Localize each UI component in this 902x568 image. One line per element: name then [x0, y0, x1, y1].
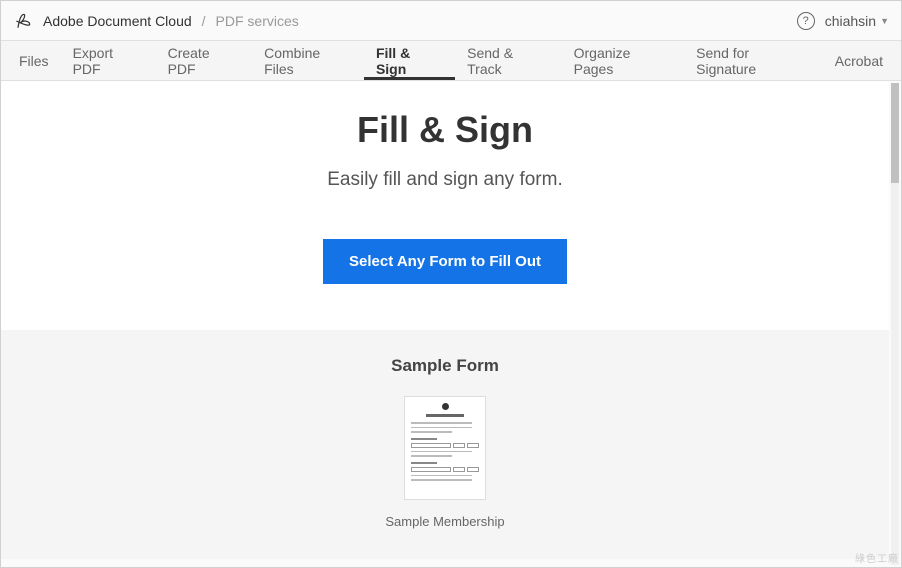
scrollbar[interactable] [891, 83, 899, 565]
thumb-label [411, 438, 437, 440]
thumb-line [411, 455, 452, 457]
tab-fill-sign[interactable]: Fill & Sign [364, 41, 455, 80]
username-label: chiahsin [825, 13, 876, 29]
help-icon[interactable]: ? [797, 12, 815, 30]
tab-acrobat[interactable]: Acrobat [823, 41, 895, 80]
select-form-button[interactable]: Select Any Form to Fill Out [323, 239, 567, 284]
breadcrumb-separator: / [202, 13, 206, 29]
page-subtitle: Easily fill and sign any form. [21, 169, 869, 191]
user-menu[interactable]: chiahsin ▼ [825, 13, 889, 29]
thumb-label [411, 462, 437, 464]
thumb-field-row [411, 467, 479, 472]
sample-form-thumbnail[interactable] [404, 396, 486, 500]
thumb-field [467, 467, 479, 472]
thumb-line [411, 451, 472, 453]
thumb-field [453, 443, 465, 448]
thumb-line [411, 475, 472, 477]
sample-item-name: Sample Membership [21, 514, 869, 529]
page-title: Fill & Sign [21, 109, 869, 151]
tab-create-pdf[interactable]: Create PDF [156, 41, 253, 80]
sample-section: Sample Form Sample Membersh [1, 330, 889, 559]
tab-combine-files[interactable]: Combine Files [252, 41, 364, 80]
thumb-line [411, 427, 472, 429]
thumb-logo-icon [442, 403, 449, 410]
thumb-field [411, 467, 451, 472]
thumb-field [453, 467, 465, 472]
breadcrumb-main[interactable]: Adobe Document Cloud [43, 13, 192, 29]
content-area: Fill & Sign Easily fill and sign any for… [1, 81, 901, 567]
thumb-line [411, 431, 452, 433]
sample-section-title: Sample Form [21, 356, 869, 376]
hero-section: Fill & Sign Easily fill and sign any for… [1, 81, 889, 330]
tab-send-track[interactable]: Send & Track [455, 41, 561, 80]
breadcrumb: Adobe Document Cloud / PDF services [13, 11, 299, 31]
tab-organize-pages[interactable]: Organize Pages [562, 41, 685, 80]
scrollbar-thumb[interactable] [891, 83, 899, 183]
thumb-field [467, 443, 479, 448]
tab-export-pdf[interactable]: Export PDF [61, 41, 156, 80]
tabs-bar: Files Export PDF Create PDF Combine File… [1, 41, 901, 81]
thumb-line [411, 479, 472, 481]
tab-send-signature[interactable]: Send for Signature [684, 41, 823, 80]
thumb-field [411, 443, 451, 448]
thumb-line [411, 422, 472, 424]
watermark: 綠色工廠 [855, 550, 899, 565]
thumb-field-row [411, 443, 479, 448]
chevron-down-icon: ▼ [880, 16, 889, 26]
breadcrumb-sub[interactable]: PDF services [216, 13, 299, 29]
thumb-heading [426, 414, 463, 417]
tab-files[interactable]: Files [7, 41, 61, 80]
acrobat-logo-icon [13, 11, 33, 31]
